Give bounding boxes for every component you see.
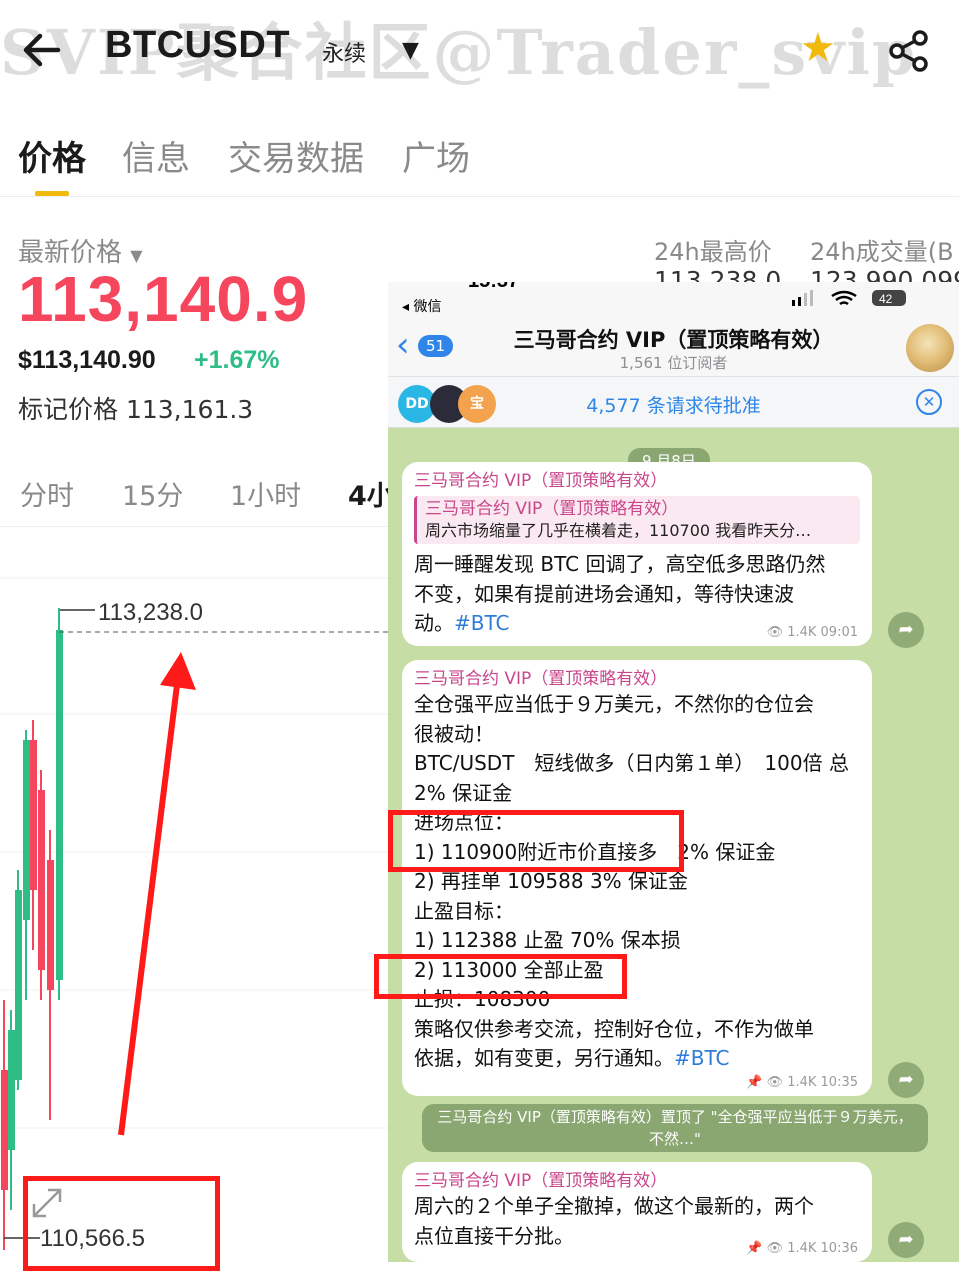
reply-text: 周六市场缩量了几乎在横着走，110700 我看昨天分… (425, 521, 812, 540)
message-line: 2) 113000 全部止盈 (414, 957, 604, 982)
status-bar: ◂ 微信 15:37 42 (388, 282, 959, 316)
wechat-back[interactable]: ◂ 微信 (402, 296, 441, 316)
message-line: 1) 112388 止盈 70% 保本损 (414, 928, 681, 952)
message-line: 进场点位： (414, 810, 514, 834)
active-tab-indicator (35, 191, 69, 196)
message-line: 很被动！ (414, 721, 494, 746)
message-bubble[interactable]: 三马哥合约 VIP（置顶策略有效） 全仓强平应当低于９万美元，不然你的仓位会 很… (402, 660, 872, 1096)
chat-header: ‹ 51 三马哥合约 VIP（置顶策略有效） 1,561 位订阅者 (388, 316, 959, 376)
price-change: +1.67% (194, 346, 280, 374)
message-line: 全仓强平应当低于９万美元，不然你的仓位会 (414, 692, 814, 716)
candles (1, 608, 63, 1250)
candlestick-chart[interactable]: 113,238.0 110,566.5 (0, 530, 400, 1280)
message-sender: 三马哥合约 VIP（置顶策略有效） (414, 1171, 668, 1191)
usd-price: $113,140.90 (18, 346, 156, 374)
back-arrow-icon[interactable] (18, 26, 66, 74)
annotation-arrow (118, 652, 196, 1136)
expand-icon[interactable] (32, 1188, 62, 1218)
tab-price[interactable]: 价格 (18, 131, 86, 180)
reply-quote[interactable]: 三马哥合约 VIP（置顶策略有效） 周六市场缩量了几乎在横着走，110700 我… (414, 496, 860, 544)
chart-high-label: 113,238.0 (98, 599, 203, 626)
close-icon[interactable]: ✕ (916, 389, 942, 415)
interval-15m[interactable]: 15分 (122, 474, 183, 513)
forward-icon[interactable]: ➦ (888, 612, 924, 648)
tab-info[interactable]: 信息 (122, 131, 190, 180)
message-meta: 📌 👁 1.4K 10:35 (746, 1075, 858, 1090)
join-requests-bar: DD 宝 4,577 条请求待批准 ✕ (388, 376, 959, 428)
message-meta: 👁 1.4K 09:01 (766, 625, 858, 640)
message-line: 周一睡醒发现 BTC 回调了，高空低多思路仍然 (414, 552, 826, 576)
message-bubble[interactable]: 三马哥合约 VIP（置顶策略有效） 周六的２个单子全撤掉，做这个最新的，两个 点… (402, 1162, 872, 1262)
message-line: 止盈目标： (414, 898, 514, 923)
message-line: 周六的２个单子全撤掉，做这个最新的，两个 (414, 1194, 814, 1218)
pin-notice[interactable]: 三马哥合约 VIP（置顶策略有效）置顶了 "全仓强平应当低于９万美元，不然…" (422, 1104, 928, 1152)
message-line: 策略仅供参考交流，控制好仓位，不作为做单 (414, 1016, 814, 1041)
star-icon[interactable]: ★ (800, 28, 836, 68)
message-line: 依据，如有变更，另行通知。#BTC (414, 1046, 730, 1070)
channel-avatar[interactable] (906, 324, 954, 372)
interval-4h[interactable]: 4小 (348, 474, 394, 513)
message-sender: 三马哥合约 VIP（置顶策略有效） (414, 471, 668, 491)
message-line: 不变，如果有提前进场会通知，等待快速波 (414, 581, 794, 606)
tab-trading-data[interactable]: 交易数据 (228, 131, 364, 180)
forward-icon[interactable]: ➦ (888, 1222, 924, 1258)
reply-sender: 三马哥合约 VIP（置顶策略有效） (425, 499, 679, 519)
high-24h-label: 24h最高价 (654, 238, 772, 266)
message-line: 止损：108300 (414, 987, 551, 1011)
main-tabs: 价格 信息 交易数据 广场 (0, 125, 959, 197)
tab-square[interactable]: 广场 (402, 131, 470, 180)
channel-title[interactable]: 三马哥合约 VIP（置顶策略有效） (388, 324, 959, 354)
interval-time[interactable]: 分时 (20, 474, 74, 513)
message-line: 2% 保证金 (414, 780, 513, 805)
top-bar: SVIP聚合社区@Trader_svip BTCUSDT 永续 ▼ ★ (0, 0, 959, 100)
hashtag-link[interactable]: #BTC (674, 1046, 730, 1070)
hashtag-link[interactable]: #BTC (454, 611, 510, 635)
interval-1h[interactable]: 1小时 (230, 474, 301, 513)
join-requests-link[interactable]: 4,577 条请求待批准 (388, 391, 959, 418)
symbol-title[interactable]: BTCUSDT (105, 24, 290, 67)
message-meta: 📌 👁 1.4K 10:36 (746, 1241, 858, 1256)
contract-type: 永续 (322, 42, 367, 67)
message-line: 1) 110900附近市价直接多 2% 保证金 (414, 839, 776, 864)
message-line: 2) 再挂单 109588 3% 保证金 (414, 869, 689, 893)
status-clock: 15:37 (468, 282, 519, 293)
svg-text:42: 42 (879, 292, 893, 306)
mark-price: 标记价格 113,161.3 (18, 395, 254, 424)
signal-wifi-battery-icon: 42 (792, 290, 906, 306)
message-sender: 三马哥合约 VIP（置顶策略有效） (414, 669, 668, 689)
last-price: 113,140.9 (18, 263, 309, 335)
volume-24h-label: 24h成交量(B (810, 238, 954, 266)
chevron-down-icon[interactable]: ▼ (402, 38, 419, 63)
message-bubble[interactable]: 三马哥合约 VIP（置顶策略有效） 三马哥合约 VIP（置顶策略有效） 周六市场… (402, 462, 872, 646)
forward-icon[interactable]: ➦ (888, 1062, 924, 1098)
subscriber-count: 1,561 位订阅者 (619, 354, 728, 372)
share-icon[interactable] (886, 28, 932, 74)
chart-low-label: 110,566.5 (40, 1225, 145, 1252)
message-line: BTC/USDT 短线做多（日内第１单） 100倍 总 (414, 751, 849, 775)
telegram-screenshot: ◂ 微信 15:37 42 ‹ 51 三马哥合约 VIP（置顶策略有效） 1,5… (388, 282, 959, 1262)
